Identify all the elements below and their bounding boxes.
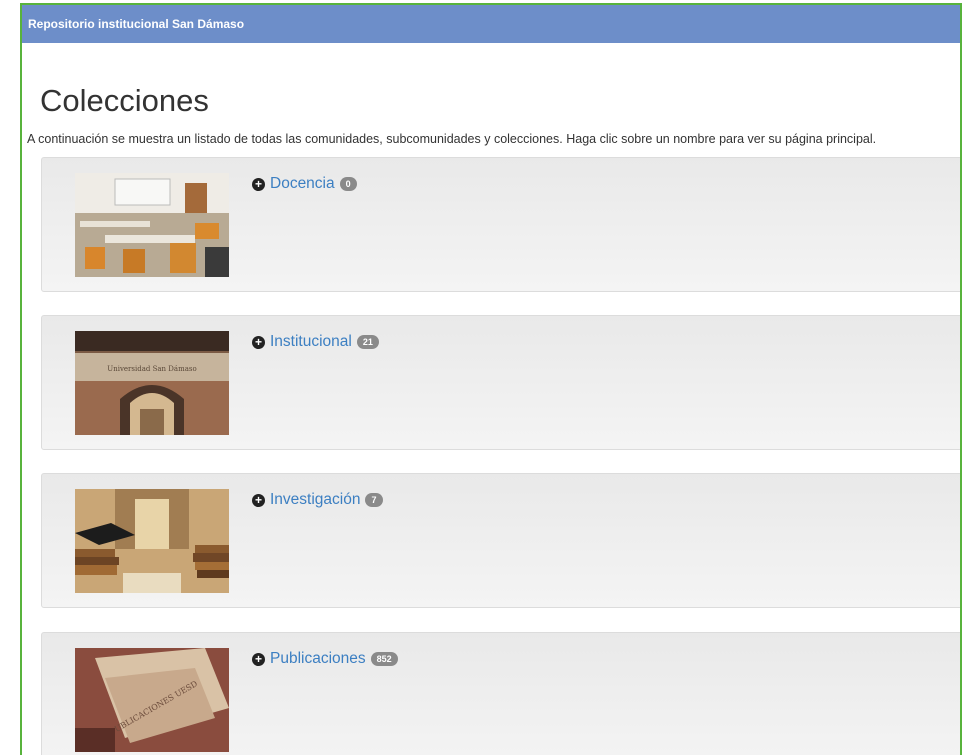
classroom-image[interactable] xyxy=(75,173,229,277)
count-badge: 21 xyxy=(356,335,379,349)
books-graduation-image[interactable] xyxy=(75,489,229,593)
collection-link-docencia[interactable]: Docencia xyxy=(270,175,335,193)
collection-link-publicaciones[interactable]: Publicaciones xyxy=(270,650,366,668)
collection-panel-investigacion: + Investigación 7 xyxy=(41,473,960,608)
collection-panel-institucional: Universidad San Dámaso + Institucional 2… xyxy=(41,315,960,450)
expand-plus-icon[interactable]: + xyxy=(252,335,265,349)
collection-link-institucional[interactable]: Institucional xyxy=(270,333,352,351)
expand-plus-icon[interactable]: + xyxy=(252,177,265,191)
publications-image[interactable]: PUBLICACIONES UESD xyxy=(75,648,229,752)
page-title: Colecciones xyxy=(40,83,209,118)
count-badge: 0 xyxy=(339,177,357,191)
expand-plus-icon[interactable]: + xyxy=(252,652,265,666)
count-badge: 7 xyxy=(365,493,383,507)
university-entrance-image[interactable]: Universidad San Dámaso xyxy=(75,331,229,435)
collection-panel-docencia: + Docencia 0 xyxy=(41,157,960,292)
page-frame: Repositorio institucional San Dámaso Col… xyxy=(20,3,962,755)
inscription-text: Universidad San Dámaso xyxy=(107,365,196,373)
collection-link-investigacion[interactable]: Investigación xyxy=(270,491,360,509)
expand-plus-icon[interactable]: + xyxy=(252,493,265,507)
site-header[interactable]: Repositorio institucional San Dámaso xyxy=(22,5,960,43)
count-badge: 852 xyxy=(370,652,398,666)
collection-panel-publicaciones: PUBLICACIONES UESD + Publicaciones 852 xyxy=(41,632,960,755)
page-intro: A continuación se muestra un listado de … xyxy=(27,132,877,146)
